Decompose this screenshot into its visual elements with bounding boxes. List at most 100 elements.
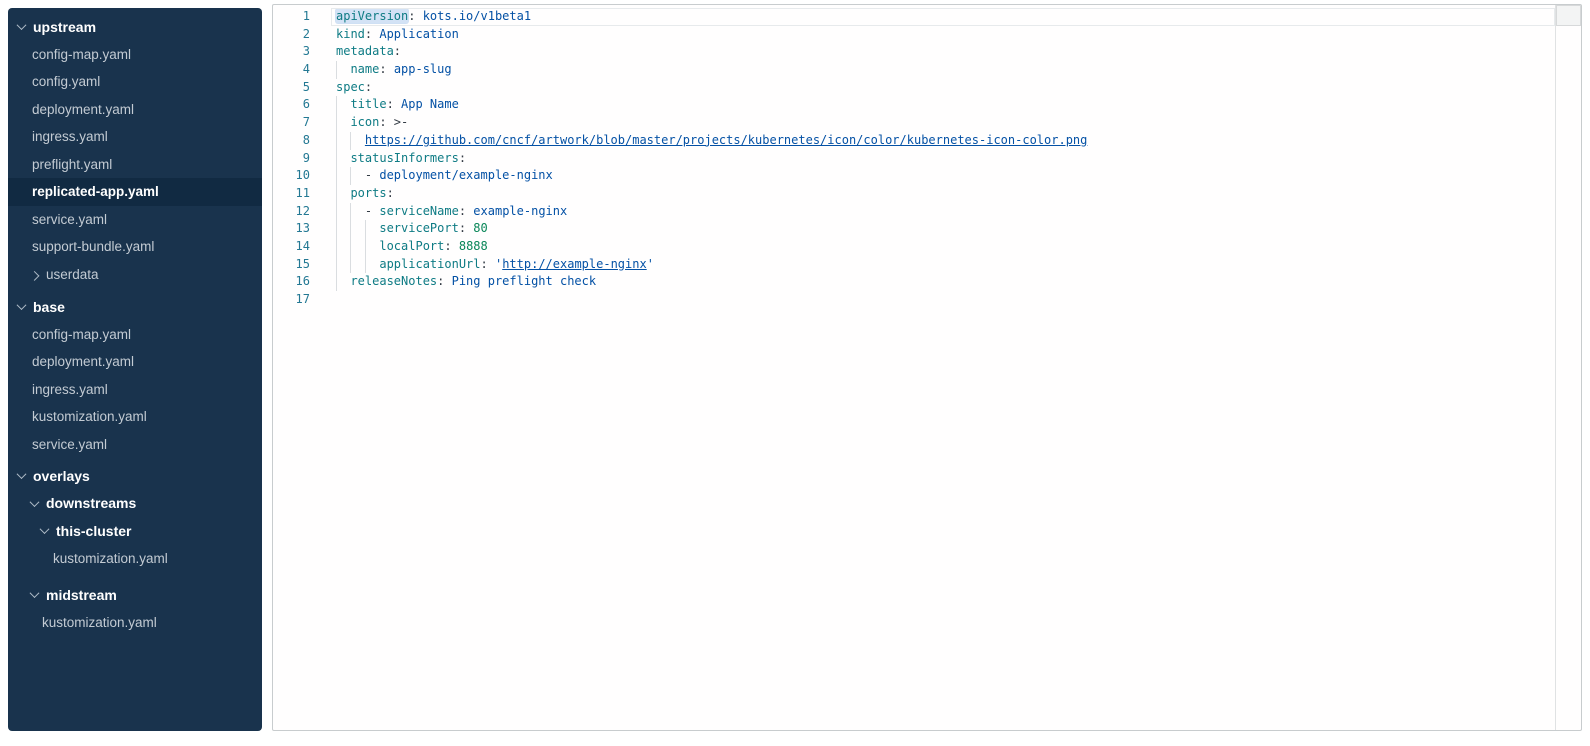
- sidebar-item-deployment-yaml[interactable]: deployment.yaml: [8, 96, 262, 124]
- file-label: replicated-app.yaml: [32, 184, 159, 199]
- indent-guide: [336, 61, 337, 79]
- code-line[interactable]: apiVersion: kots.io/v1beta1: [336, 8, 1555, 26]
- code-line[interactable]: - deployment/example-nginx: [336, 167, 1555, 185]
- code-token: releaseNotes: [350, 274, 437, 288]
- code-token: app-slug: [394, 62, 452, 76]
- code-line[interactable]: servicePort: 80: [336, 220, 1555, 238]
- file-label: kustomization.yaml: [32, 409, 147, 424]
- indent-guide: [336, 185, 337, 203]
- code-link[interactable]: http://example-nginx: [502, 257, 647, 271]
- code-line[interactable]: localPort: 8888: [336, 238, 1555, 256]
- folder-label: overlays: [33, 468, 90, 484]
- sidebar-item-config-map-yaml[interactable]: config-map.yaml: [8, 321, 262, 349]
- code-token: App Name: [401, 97, 459, 111]
- code-line[interactable]: ports:: [336, 185, 1555, 203]
- code-token: [336, 62, 350, 76]
- chevron-down-icon[interactable]: [40, 524, 50, 534]
- indent-guide: [336, 114, 337, 132]
- code-token: :: [444, 239, 458, 253]
- code-line[interactable]: https://github.com/cncf/artwork/blob/mas…: [336, 132, 1555, 150]
- line-number: 4: [273, 61, 310, 79]
- code-token: kind: [336, 27, 365, 41]
- sidebar-item-upstream[interactable]: upstream: [8, 13, 262, 41]
- code-line[interactable]: kind: Application: [336, 26, 1555, 44]
- line-number: 15: [273, 256, 310, 274]
- chevron-right-icon[interactable]: [30, 271, 40, 281]
- code-link[interactable]: https://github.com/cncf/artwork/blob/mas…: [365, 133, 1087, 147]
- line-number: 3: [273, 43, 310, 61]
- indent-guide: [350, 238, 351, 256]
- sidebar-item-kustomization-yaml[interactable]: kustomization.yaml: [8, 609, 262, 637]
- sidebar-item-preflight-yaml[interactable]: preflight.yaml: [8, 151, 262, 179]
- file-tree-sidebar: upstreamconfig-map.yamlconfig.yamldeploy…: [8, 8, 262, 731]
- file-label: config.yaml: [32, 74, 100, 89]
- line-number: 11: [273, 185, 310, 203]
- file-label: deployment.yaml: [32, 102, 134, 117]
- line-number: 6: [273, 96, 310, 114]
- code-token: apiVersion: [336, 9, 408, 23]
- editor-panel: 1234567891011121314151617 apiVersion: ko…: [272, 4, 1582, 731]
- code-token: deployment/example-nginx: [379, 168, 552, 182]
- code-token: [336, 257, 379, 271]
- indent-guide: [336, 238, 337, 256]
- code-token: name: [350, 62, 379, 76]
- code-token: localPort: [379, 239, 444, 253]
- code-line[interactable]: spec:: [336, 79, 1555, 97]
- code-token: Application: [379, 27, 458, 41]
- sidebar-item-service-yaml[interactable]: service.yaml: [8, 431, 262, 459]
- file-label: deployment.yaml: [32, 354, 134, 369]
- code-line[interactable]: - serviceName: example-nginx: [336, 203, 1555, 221]
- sidebar-item-userdata[interactable]: userdata: [8, 261, 262, 289]
- code-line[interactable]: statusInformers:: [336, 150, 1555, 168]
- indent-guide: [336, 273, 337, 291]
- chevron-down-icon[interactable]: [30, 588, 40, 598]
- line-number: 7: [273, 114, 310, 132]
- sidebar-item-midstream[interactable]: midstream: [8, 581, 262, 609]
- sidebar-item-service-yaml[interactable]: service.yaml: [8, 206, 262, 234]
- code-token: statusInformers: [350, 151, 458, 165]
- code-line[interactable]: metadata:: [336, 43, 1555, 61]
- code-line[interactable]: applicationUrl: 'http://example-nginx': [336, 256, 1555, 274]
- indent-guide: [350, 203, 351, 221]
- code-token: -: [336, 168, 379, 182]
- sidebar-item-support-bundle-yaml[interactable]: support-bundle.yaml: [8, 233, 262, 261]
- file-label: kustomization.yaml: [42, 615, 157, 630]
- sidebar-item-deployment-yaml[interactable]: deployment.yaml: [8, 348, 262, 376]
- sidebar-item-kustomization-yaml[interactable]: kustomization.yaml: [8, 545, 262, 573]
- sidebar-item-overlays[interactable]: overlays: [8, 462, 262, 490]
- code-line[interactable]: title: App Name: [336, 96, 1555, 114]
- indent-guide: [350, 220, 351, 238]
- code-token: 8888: [459, 239, 488, 253]
- sidebar-item-this-cluster[interactable]: this-cluster: [8, 517, 262, 545]
- code-line[interactable]: name: app-slug: [336, 61, 1555, 79]
- sidebar-item-ingress-yaml[interactable]: ingress.yaml: [8, 376, 262, 404]
- chevron-down-icon[interactable]: [17, 300, 27, 310]
- folder-label: userdata: [46, 267, 99, 282]
- code-line[interactable]: icon: >-: [336, 114, 1555, 132]
- scrollbar-track[interactable]: [1555, 5, 1556, 730]
- chevron-down-icon[interactable]: [17, 20, 27, 30]
- chevron-down-icon[interactable]: [17, 469, 27, 479]
- file-label: ingress.yaml: [32, 382, 108, 397]
- code-editor[interactable]: 1234567891011121314151617 apiVersion: ko…: [273, 8, 1555, 730]
- chevron-down-icon[interactable]: [30, 497, 40, 507]
- code-token: :: [387, 97, 401, 111]
- sidebar-item-replicated-app-yaml[interactable]: replicated-app.yaml: [8, 178, 262, 206]
- sidebar-item-kustomization-yaml[interactable]: kustomization.yaml: [8, 403, 262, 431]
- sidebar-item-config-yaml[interactable]: config.yaml: [8, 68, 262, 96]
- code-token: [336, 151, 350, 165]
- line-number: 16: [273, 273, 310, 291]
- folder-label: midstream: [46, 587, 117, 603]
- code-token: [336, 97, 350, 111]
- code-token: :: [459, 151, 466, 165]
- sidebar-item-ingress-yaml[interactable]: ingress.yaml: [8, 123, 262, 151]
- code-token: :: [481, 257, 495, 271]
- sidebar-item-downstreams[interactable]: downstreams: [8, 490, 262, 518]
- line-number: 5: [273, 79, 310, 97]
- code-line[interactable]: releaseNotes: Ping preflight check: [336, 273, 1555, 291]
- code-token: ': [647, 257, 654, 271]
- indent-guide: [365, 220, 366, 238]
- code-line[interactable]: [336, 291, 1555, 309]
- sidebar-item-base[interactable]: base: [8, 293, 262, 321]
- sidebar-item-config-map-yaml[interactable]: config-map.yaml: [8, 41, 262, 69]
